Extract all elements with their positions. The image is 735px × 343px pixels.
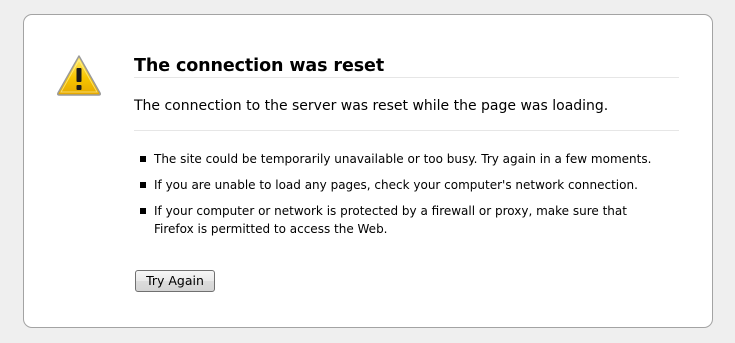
suggestion-list: The site could be temporarily unavailabl… xyxy=(134,150,654,246)
error-short-description: The connection to the server was reset w… xyxy=(134,98,609,114)
title-divider xyxy=(134,77,679,78)
try-again-button[interactable]: Try Again xyxy=(135,270,215,292)
suggestion-text: The site could be temporarily unavailabl… xyxy=(154,152,652,166)
suggestion-item: If your computer or network is protected… xyxy=(134,202,654,238)
bullet-icon xyxy=(140,182,146,188)
error-page-container: The connection was reset The connection … xyxy=(23,14,713,328)
bullet-icon xyxy=(140,156,146,162)
warning-icon xyxy=(56,54,102,96)
description-divider xyxy=(134,130,679,131)
suggestion-item: The site could be temporarily unavailabl… xyxy=(134,150,654,168)
suggestion-text: If you are unable to load any pages, che… xyxy=(154,178,638,192)
error-title: The connection was reset xyxy=(134,56,385,76)
suggestion-item: If you are unable to load any pages, che… xyxy=(134,176,654,194)
bullet-icon xyxy=(140,208,146,214)
suggestion-text: If your computer or network is protected… xyxy=(154,204,627,236)
